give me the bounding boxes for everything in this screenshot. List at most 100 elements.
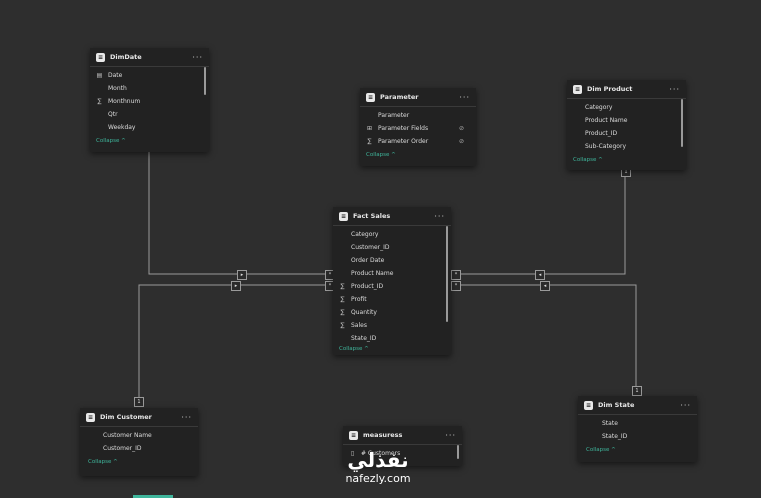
- field-name: Category: [351, 231, 379, 238]
- collapse-button[interactable]: Collapse ^: [360, 150, 476, 164]
- more-options-icon[interactable]: ···: [680, 401, 691, 410]
- parameter-fields-icon: ⊞: [366, 125, 373, 132]
- field-row[interactable]: ∑ Sales: [333, 319, 451, 332]
- sigma-icon: ∑: [367, 138, 372, 145]
- table-card-dimcustomer[interactable]: ≡ Dim Customer ··· Customer Name Customer…: [80, 408, 198, 476]
- table-header[interactable]: ≡ measuress ···: [343, 426, 462, 445]
- table-title: Fact Sales: [353, 212, 391, 220]
- collapse-button[interactable]: Collapse ^: [567, 155, 686, 169]
- field-row[interactable]: Month: [90, 82, 209, 95]
- table-title: Parameter: [380, 93, 419, 101]
- field-name: Order Date: [351, 257, 385, 264]
- relationship-dimcustomer-factsales: [138, 284, 333, 403]
- hidden-eye-icon[interactable]: ⊘: [459, 138, 464, 145]
- field-row[interactable]: Customer_ID: [333, 241, 451, 254]
- collapse-button[interactable]: Collapse ^: [333, 344, 451, 358]
- field-row[interactable]: Qtr: [90, 108, 209, 121]
- sigma-icon: ∑: [340, 296, 345, 303]
- field-row[interactable]: Product Name: [567, 114, 686, 127]
- field-list: ▤ Date Month ∑ Monthnum Qtr Weekday: [90, 67, 209, 136]
- relationship-dimstate-factsales: [450, 284, 637, 392]
- one-cardinality-badge: 1: [632, 386, 642, 396]
- table-title: DimDate: [110, 53, 142, 61]
- field-row[interactable]: Category: [333, 228, 451, 241]
- table-icon: ≡: [349, 430, 358, 440]
- field-row[interactable]: ▤ Date: [90, 69, 209, 82]
- sigma-icon: ∑: [340, 309, 345, 316]
- field-row[interactable]: ∑ Monthnum: [90, 95, 209, 108]
- field-row[interactable]: State_ID: [333, 332, 451, 345]
- field-list: Parameter ⊞ Parameter Fields ⊘ ∑ Parameter Or…: [360, 107, 476, 150]
- many-cardinality-badge: *: [451, 281, 461, 291]
- table-title: Dim Product: [587, 85, 633, 93]
- many-cardinality-badge: *: [451, 270, 461, 280]
- field-row[interactable]: Customer_ID: [85, 442, 198, 455]
- field-row[interactable]: ∑ Parameter Order ⊘: [360, 135, 476, 148]
- table-card-dimdate[interactable]: ≡ DimDate ··· ▤ Date Month ∑ Monthnum Qtr Week…: [90, 48, 209, 152]
- relationship-dimproduct-factsales: [450, 170, 626, 275]
- filter-direction-icon[interactable]: ▸: [231, 281, 241, 291]
- more-options-icon[interactable]: ···: [445, 431, 456, 440]
- table-title: Dim Customer: [100, 413, 152, 421]
- table-icon: ≡: [584, 400, 593, 410]
- field-row[interactable]: Order Date: [333, 254, 451, 267]
- more-options-icon[interactable]: ···: [459, 93, 470, 102]
- table-header[interactable]: ≡ Dim Product ···: [567, 80, 686, 99]
- more-options-icon[interactable]: ···: [669, 85, 680, 94]
- field-list: State State_ID: [578, 415, 697, 445]
- field-name: Customer_ID: [103, 445, 142, 452]
- field-name: Qtr: [108, 111, 118, 118]
- field-row[interactable]: Product Name: [333, 267, 451, 280]
- filter-direction-icon[interactable]: ◂: [535, 270, 545, 280]
- field-row[interactable]: Customer Name: [85, 429, 198, 442]
- field-row[interactable]: State_ID: [584, 430, 697, 443]
- calendar-icon: ▤: [96, 72, 103, 79]
- field-name: Date: [108, 72, 123, 79]
- field-row[interactable]: Category: [567, 101, 686, 114]
- one-cardinality-badge: 1: [134, 397, 144, 407]
- scrollbar[interactable]: [204, 67, 206, 95]
- collapse-button[interactable]: Collapse ^: [90, 136, 209, 150]
- table-icon: ≡: [366, 92, 375, 102]
- table-card-parameter[interactable]: ≡ Parameter ··· Parameter ⊞ Parameter Fiel…: [360, 88, 476, 166]
- table-header[interactable]: ≡ Fact Sales ···: [333, 207, 451, 226]
- table-header[interactable]: ≡ Dim State ···: [578, 396, 697, 415]
- more-options-icon[interactable]: ···: [434, 212, 445, 221]
- more-options-icon[interactable]: ···: [192, 53, 203, 62]
- collapse-button[interactable]: Collapse ^: [80, 457, 198, 471]
- scrollbar[interactable]: [446, 226, 448, 322]
- table-icon: ≡: [339, 211, 348, 221]
- field-list: Category Customer_ID Order Date Product Nam…: [333, 226, 451, 346]
- field-row[interactable]: Parameter: [360, 109, 476, 122]
- field-row[interactable]: Product_ID: [567, 127, 686, 140]
- table-header[interactable]: ≡ Dim Customer ···: [80, 408, 198, 427]
- table-header[interactable]: ≡ Parameter ···: [360, 88, 476, 107]
- field-row[interactable]: ∑ Quantity: [333, 306, 451, 319]
- field-row[interactable]: ∑ Profit: [333, 293, 451, 306]
- filter-direction-icon[interactable]: ▸: [237, 270, 247, 280]
- table-icon: ≡: [86, 412, 95, 422]
- field-name: State: [602, 420, 618, 427]
- field-row[interactable]: Weekday: [90, 121, 209, 134]
- table-card-factsales[interactable]: ≡ Fact Sales ··· Category Customer_ID Orde…: [333, 207, 451, 355]
- table-title: measuress: [363, 431, 403, 439]
- scrollbar[interactable]: [457, 445, 459, 459]
- field-row[interactable]: Sub-Category: [567, 140, 686, 153]
- table-card-dimproduct[interactable]: ≡ Dim Product ··· Category Product Name Pr…: [567, 80, 686, 170]
- field-row[interactable]: ∑ Product_ID: [333, 280, 451, 293]
- field-name: State_ID: [602, 433, 628, 440]
- field-name: Quantity: [351, 309, 377, 316]
- table-card-dimstate[interactable]: ≡ Dim State ··· State State_ID Collapse ^: [578, 396, 697, 462]
- field-row[interactable]: ⊞ Parameter Fields ⊘: [360, 122, 476, 135]
- field-name: State_ID: [351, 335, 377, 342]
- collapse-button[interactable]: Collapse ^: [578, 445, 697, 459]
- filter-direction-icon[interactable]: ◂: [540, 281, 550, 291]
- hidden-eye-icon[interactable]: ⊘: [459, 125, 464, 132]
- field-name: Monthnum: [108, 98, 141, 105]
- field-name: Product Name: [585, 117, 628, 124]
- table-title: Dim State: [598, 401, 635, 409]
- more-options-icon[interactable]: ···: [181, 413, 192, 422]
- scrollbar[interactable]: [681, 99, 683, 147]
- field-row[interactable]: State: [584, 417, 697, 430]
- table-header[interactable]: ≡ DimDate ···: [90, 48, 209, 67]
